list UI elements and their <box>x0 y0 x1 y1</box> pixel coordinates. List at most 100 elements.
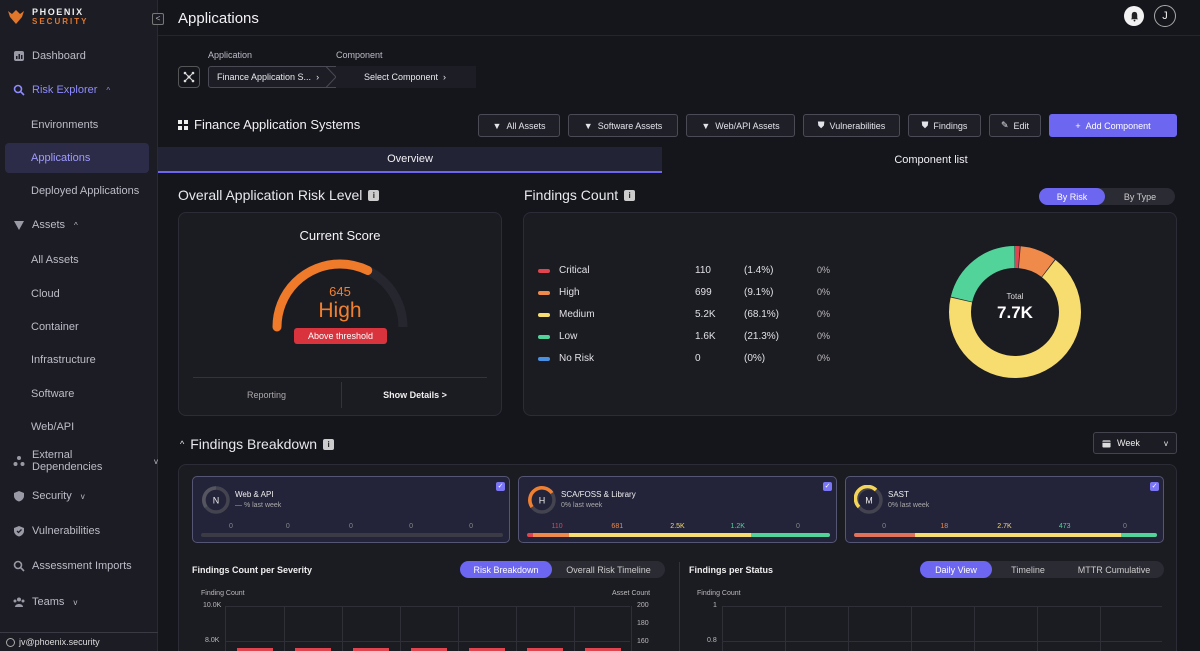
findings-count-heading: Findings Count i <box>524 187 636 203</box>
legend-row-critical: Critical 110 (1.4%) 0% <box>538 265 838 279</box>
severity-swatch <box>538 357 550 361</box>
grid-icon <box>178 119 188 130</box>
sidebar: PHOENIX SECURITY Dashboard Risk Explorer… <box>0 0 158 651</box>
grid-line <box>722 606 1162 607</box>
sidebar-item-dashboard[interactable]: Dashboard <box>0 41 158 71</box>
grid-line <box>225 606 630 607</box>
sidebar-item-label: Teams <box>32 596 65 608</box>
sidebar-item-infrastructure[interactable]: Infrastructure <box>0 345 158 375</box>
sidebar-item-web-api[interactable]: Web/API <box>0 412 158 442</box>
collapse-sidebar-button[interactable]: < <box>152 13 164 25</box>
brand-line1: PHOENIX <box>32 7 84 17</box>
badge-letter: H <box>539 496 546 506</box>
phoenix-logo-icon <box>8 10 24 24</box>
sidebar-item-cloud[interactable]: Cloud <box>0 279 158 309</box>
info-icon[interactable]: i <box>323 438 335 450</box>
sidebar-item-risk-explorer[interactable]: Risk Explorer ^ <box>0 75 158 105</box>
sidebar-item-assets[interactable]: Assets ^ <box>0 210 158 240</box>
sidebar-item-security[interactable]: Security v <box>0 481 158 511</box>
sidebar-item-applications[interactable]: Applications <box>5 143 149 173</box>
grid-line <box>225 641 630 642</box>
severity-change: 0% <box>817 287 831 297</box>
lock-icon <box>14 491 24 502</box>
sidebar-item-deployed-applications[interactable]: Deployed Applications <box>0 176 158 206</box>
score-badge: H <box>528 486 556 514</box>
toggle-risk-breakdown[interactable]: Risk Breakdown <box>460 561 552 578</box>
period-select[interactable]: Week v <box>1093 432 1177 454</box>
severity-count: 699 <box>695 287 712 298</box>
value-high: 681 <box>611 523 624 530</box>
tab-bar: Overview Component list <box>158 147 1200 173</box>
severity-bar <box>527 533 830 537</box>
vulnerabilities-button[interactable]: ⛊ Vulnerabilities <box>803 114 900 137</box>
breakdown-card-web-api[interactable]: N Web & API — % last week ✓ 0 0 0 0 0 <box>192 476 510 543</box>
breadcrumb-application-label: Application <box>208 50 253 60</box>
toggle-timeline[interactable]: Timeline <box>992 561 1064 578</box>
web-api-assets-button[interactable]: ▼ Web/API Assets <box>686 114 795 137</box>
edit-button[interactable]: ✎ Edit <box>989 114 1041 137</box>
breadcrumb-application-select[interactable]: Finance Application S... › <box>208 66 338 88</box>
notifications-button[interactable] <box>1124 6 1144 26</box>
toggle-by-type[interactable]: By Type <box>1105 188 1175 205</box>
risk-level-label: High <box>318 299 362 322</box>
toggle-by-risk[interactable]: By Risk <box>1039 188 1105 205</box>
severity-change: 0% <box>817 265 831 275</box>
severity-name: High <box>559 287 580 298</box>
value-none: 0 <box>796 523 800 530</box>
button-label: All Assets <box>506 120 546 131</box>
checkbox-icon[interactable]: ✓ <box>1150 482 1159 491</box>
breadcrumb-component-value: Select Component <box>364 72 439 82</box>
card-trend: 0% last week <box>888 502 930 509</box>
button-label: Findings <box>933 120 968 131</box>
show-details-link[interactable]: Show Details > <box>343 390 487 400</box>
sidebar-item-label: Software <box>31 388 75 400</box>
sidebar-item-vulnerabilities[interactable]: Vulnerabilities <box>0 516 158 546</box>
application-selector-icon[interactable] <box>178 66 200 88</box>
reporting-link[interactable]: Reporting <box>193 390 340 400</box>
sidebar-item-teams[interactable]: Teams v <box>0 587 158 617</box>
checkbox-icon[interactable]: ✓ <box>496 482 505 491</box>
value-low: 0 <box>409 523 413 530</box>
sidebar-item-external-dependencies[interactable]: External Dependencies v <box>0 446 158 476</box>
sidebar-item-environments[interactable]: Environments <box>0 110 158 140</box>
severity-percent: (21.3%) <box>744 331 780 342</box>
toggle-daily-view[interactable]: Daily View <box>920 561 992 578</box>
breadcrumb-component-label: Component <box>336 50 383 60</box>
grid-line <box>722 606 723 651</box>
chevron-down-icon: v <box>73 597 78 607</box>
grid-line <box>631 606 632 651</box>
shield-icon: ⛊ <box>817 120 825 130</box>
footer-divider <box>341 382 342 408</box>
sidebar-item-container[interactable]: Container <box>0 312 158 342</box>
findings-button[interactable]: ⛊ Findings <box>908 114 981 137</box>
breadcrumb-component-select[interactable]: Select Component › <box>336 66 476 88</box>
sidebar-item-label: Applications <box>31 152 91 164</box>
sidebar-item-all-assets[interactable]: All Assets <box>0 245 158 275</box>
toggle-overall-risk-timeline[interactable]: Overall Risk Timeline <box>552 561 665 578</box>
card-name: SAST <box>888 490 909 499</box>
sidebar-item-software[interactable]: Software <box>0 379 158 409</box>
score-badge: N <box>202 486 230 514</box>
grid-line <box>911 606 912 651</box>
grid-line <box>722 641 1162 642</box>
shield-icon <box>14 526 24 537</box>
tab-overview[interactable]: Overview <box>158 147 662 173</box>
value-critical: 110 <box>551 523 563 530</box>
chevron-up-icon[interactable]: ^ <box>180 439 184 449</box>
info-icon[interactable]: i <box>368 189 380 201</box>
tab-component-list[interactable]: Component list <box>662 147 1200 173</box>
breakdown-card-sca[interactable]: H SCA/FOSS & Library 0% last week ✓ 110 … <box>518 476 837 543</box>
avatar[interactable]: J <box>1154 5 1176 27</box>
add-component-button[interactable]: + Add Component <box>1049 114 1177 137</box>
brand-logo[interactable]: PHOENIX SECURITY <box>6 4 88 30</box>
software-assets-button[interactable]: ▼ Software Assets <box>568 114 678 137</box>
severity-chart-toggle: Risk Breakdown Overall Risk Timeline <box>460 561 665 578</box>
user-icon <box>6 637 15 647</box>
sidebar-item-assessment-imports[interactable]: Assessment Imports <box>0 551 158 581</box>
info-icon[interactable]: i <box>624 189 636 201</box>
checkbox-icon[interactable]: ✓ <box>823 482 832 491</box>
breakdown-card-sast[interactable]: M SAST 0% last week ✓ 0 18 2.7K 473 0 <box>845 476 1164 543</box>
user-account[interactable]: jv@phoenix.security <box>0 632 158 651</box>
all-assets-button[interactable]: ▼ All Assets <box>478 114 560 137</box>
toggle-mttr-cumulative[interactable]: MTTR Cumulative <box>1064 561 1164 578</box>
